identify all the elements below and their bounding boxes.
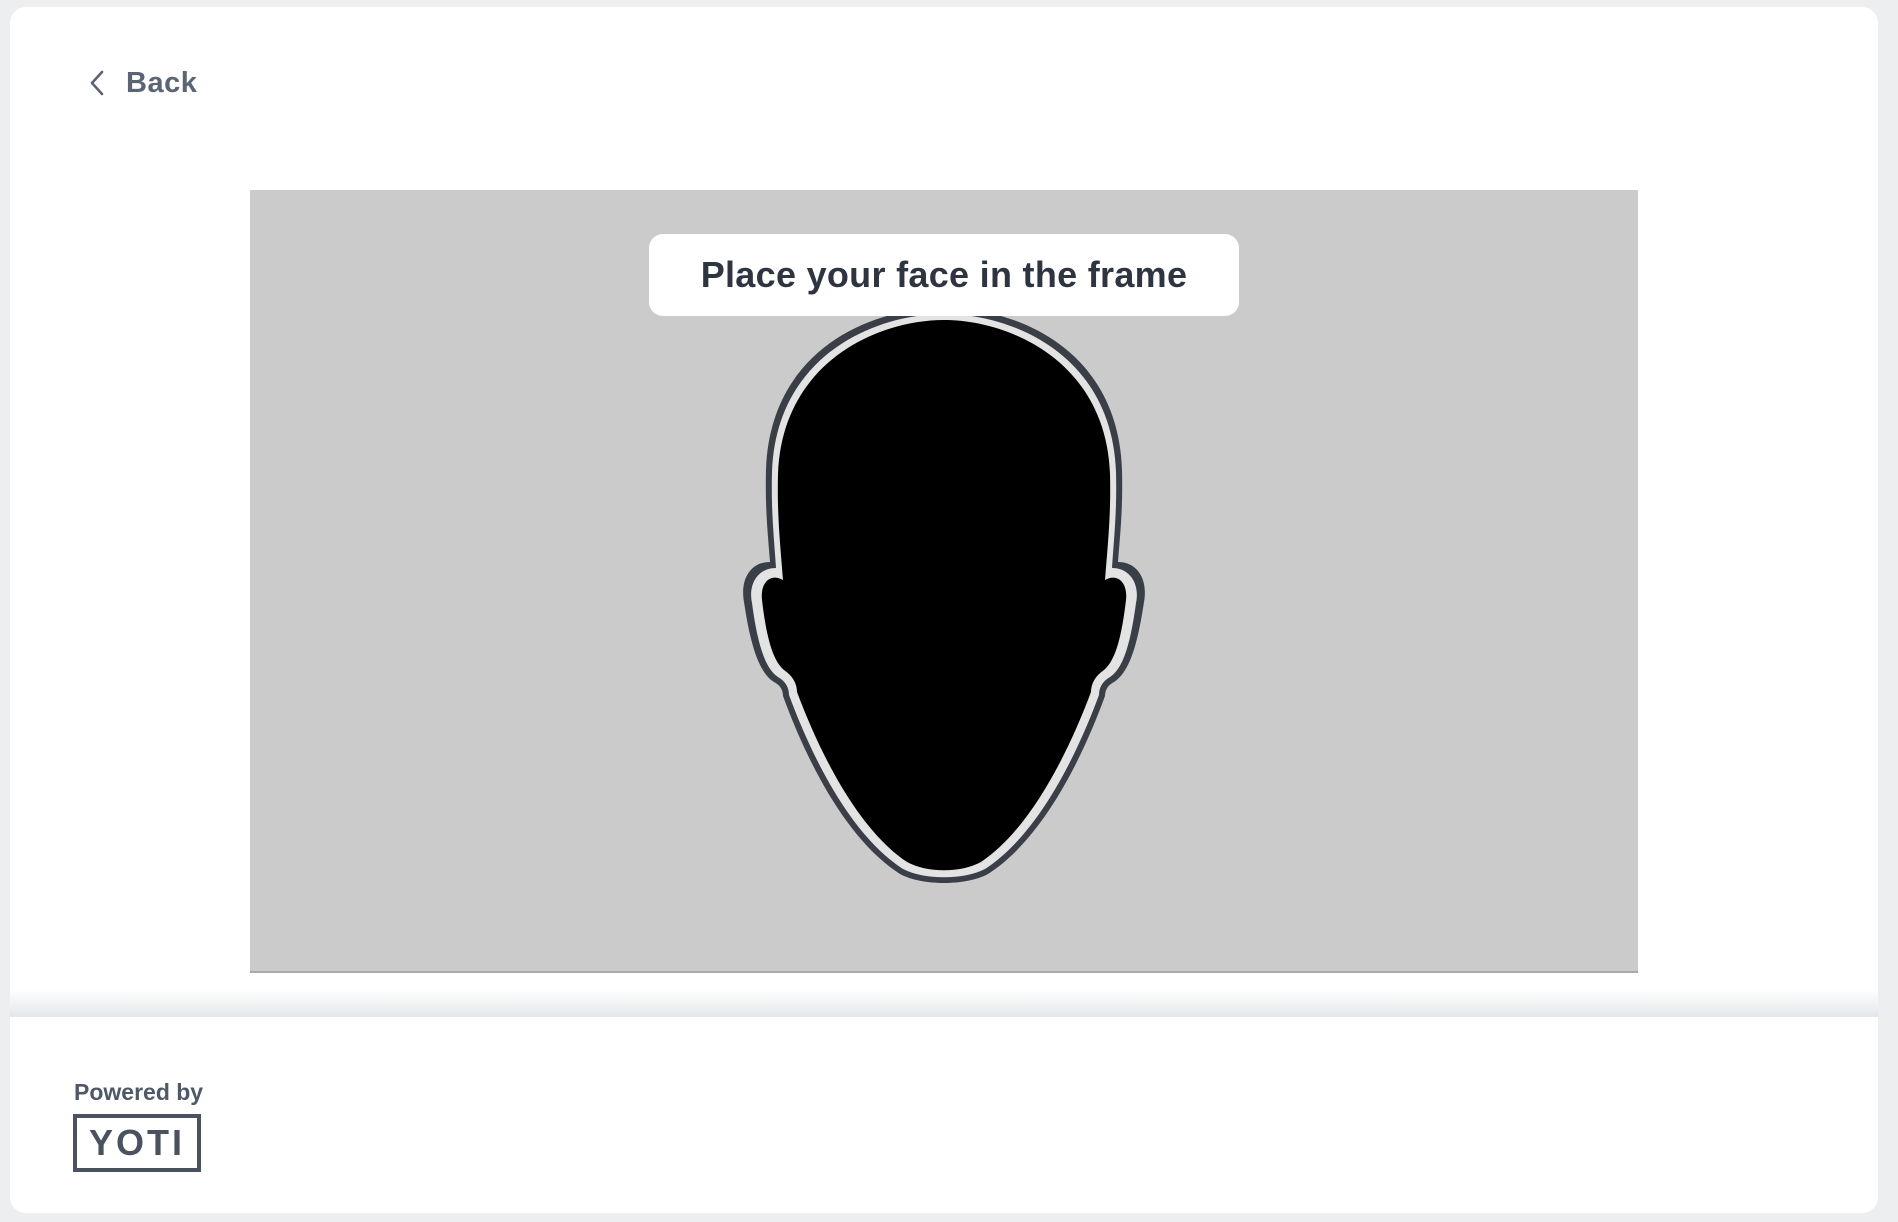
yoti-logo[interactable]: YOTI (73, 1114, 201, 1172)
back-label: Back (126, 66, 198, 99)
camera-preview: Place your face in the frame (250, 190, 1638, 973)
page-card: Back Place your face in the frame Powere… (10, 7, 1878, 1213)
instruction-text: Place your face in the frame (700, 254, 1188, 295)
chevron-left-icon (90, 70, 104, 96)
instruction-banner: Place your face in the frame (649, 234, 1239, 316)
powered-by-label: Powered by (74, 1079, 204, 1105)
back-button[interactable]: Back (90, 63, 197, 103)
yoti-logo-text: YOTI (89, 1122, 185, 1163)
footer-divider (10, 989, 1878, 1017)
footer: Powered by YOTI (10, 1017, 1878, 1213)
